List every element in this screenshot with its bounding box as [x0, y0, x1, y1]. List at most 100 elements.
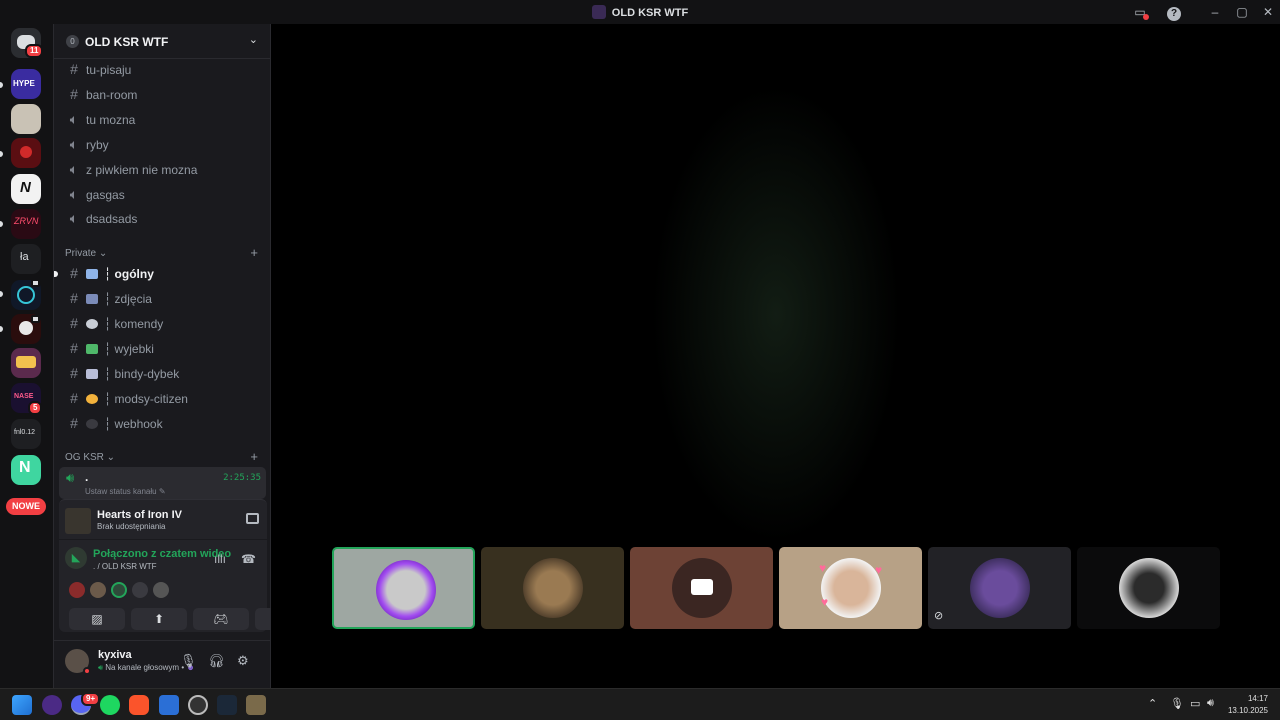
camera-toggle-button[interactable]: ▨ — [69, 608, 125, 630]
avatar[interactable] — [90, 582, 106, 598]
channel-tu-pisaju[interactable]: # tu-pisaju — [62, 59, 264, 81]
server-fnl012[interactable]: fnl0.12 — [11, 419, 41, 449]
spotify-icon[interactable] — [100, 695, 120, 715]
stage-background — [651, 84, 901, 544]
soundboard-icon[interactable]: ıllı — [214, 552, 226, 566]
voice-connected-label: Połączono z czatem wideo — [93, 548, 232, 560]
category-og-ksr[interactable]: OG KSR ⌄ — [65, 452, 115, 463]
keyboard-emoji-icon — [86, 369, 98, 379]
channel-ban-room[interactable]: # ban-room — [62, 84, 264, 106]
username[interactable]: kyxiva — [98, 649, 132, 661]
voice-channel-ryby[interactable]: 🔈︎ ryby — [62, 134, 264, 156]
brave-icon[interactable] — [129, 695, 149, 715]
voice-channel-gasgas[interactable]: 🔈︎ gasgas — [62, 184, 264, 206]
voice-channel-tu-mozna[interactable]: 🔈︎ tu mozna — [62, 109, 264, 131]
server-icon — [591, 5, 606, 19]
time: 14:17 — [1247, 694, 1268, 703]
hash-icon: # — [70, 315, 78, 331]
participant-tile[interactable]: ♥ ♥ ♥ — [779, 547, 922, 629]
category-private[interactable]: Private ⌄ — [65, 248, 107, 259]
avatar[interactable] — [69, 582, 85, 598]
heart-icon: ♥ — [819, 561, 827, 575]
help-icon[interactable]: ? — [1165, 3, 1183, 21]
participant-avatar — [821, 558, 881, 618]
windows-start-icon[interactable] — [12, 695, 32, 715]
avatar[interactable] — [111, 582, 127, 598]
channel-bindy-dybek[interactable]: # ┆ bindy-dybek — [62, 363, 264, 385]
activity-panel: Hearts of Iron IV Brak udostępniania — [59, 499, 267, 539]
server-6[interactable]: ZRVN — [11, 209, 41, 239]
clock[interactable]: 14:17 13.10.2025 — [1228, 693, 1268, 717]
syringe-emoji-icon — [86, 269, 98, 279]
voice-channel-z-piwkiem[interactable]: 🔈︎ z piwkiem nie mozna — [62, 159, 264, 181]
server-pill — [0, 291, 3, 297]
participant-avatar — [1119, 558, 1179, 618]
discord-taskbar-badge: 9+ — [81, 692, 101, 706]
maximize-icon[interactable]: ▢ — [1233, 3, 1251, 21]
close-icon[interactable]: ✕ — [1259, 3, 1277, 21]
set-channel-status[interactable]: Ustaw status kanału ✎ — [85, 487, 166, 496]
channel-ogolny[interactable]: # ┆ ogólny — [54, 263, 264, 285]
channel-wyjebki[interactable]: # ┆ wyjebki — [62, 338, 264, 360]
new-pill[interactable]: NOWE — [6, 498, 46, 515]
status-indicator — [83, 667, 91, 675]
channel-modsy-citizen[interactable]: # ┆ modsy-citizen — [62, 388, 264, 410]
minimize-icon[interactable]: – — [1206, 3, 1224, 21]
app-icon[interactable] — [42, 695, 62, 715]
boost-level-icon: 0 — [66, 35, 79, 48]
microphone-icon[interactable]: 🎙︎ — [1170, 697, 1184, 710]
share-screen-icon[interactable] — [246, 513, 259, 524]
screen-share-button[interactable]: ⬆ — [131, 608, 187, 630]
server-3[interactable] — [11, 104, 41, 134]
hash-icon: # — [70, 86, 78, 102]
chevron-up-icon[interactable]: ⌃ — [1148, 697, 1157, 710]
participant-tile[interactable] — [332, 547, 475, 629]
chevron-down-icon[interactable]: ⌄ — [249, 33, 258, 46]
channel-komendy[interactable]: # ┆ komendy — [62, 313, 264, 335]
app-icon[interactable] — [188, 695, 208, 715]
signal-icon[interactable]: ◣ — [65, 547, 87, 569]
monitor-icon[interactable]: ▭ — [1131, 3, 1149, 21]
participant-tile[interactable]: ⊘ — [928, 547, 1071, 629]
participant-avatar — [970, 558, 1030, 618]
channel-zdjecia[interactable]: # ┆ zdjęcia — [62, 288, 264, 310]
voice-timer: 2:25:35 — [223, 473, 261, 483]
windows-taskbar: 9+ ⌃ 🎙︎ ▭ 🔊︎ 14:17 13.10.2025 — [0, 688, 1280, 720]
active-voice-channel[interactable]: 🔊︎ . 2:25:35 Ustaw status kanału ✎ — [59, 467, 266, 499]
hash-icon: # — [70, 61, 78, 77]
participant-tile[interactable] — [1077, 547, 1220, 629]
server-header[interactable]: 0 OLD KSR WTF ⌄ — [54, 24, 270, 59]
steam-icon[interactable] — [217, 695, 237, 715]
store-icon[interactable] — [159, 695, 179, 715]
participant-tile[interactable] — [630, 547, 773, 629]
server-hype[interactable]: HYPE — [11, 69, 41, 99]
window-title: OLD KSR WTF — [0, 5, 1280, 19]
hash-icon: # — [70, 340, 78, 356]
voice-connected-sub: . / OLD KSR WTF — [93, 562, 157, 571]
server-13[interactable]: N — [11, 455, 41, 485]
game-icon[interactable] — [246, 695, 266, 715]
volume-icon[interactable]: 🔊︎ — [1207, 697, 1214, 710]
camera-off-icon[interactable] — [132, 582, 148, 598]
voice-channel-dsadsads[interactable]: 🔈︎ dsadsads — [62, 208, 264, 230]
microphone-icon[interactable]: 🎙︎ — [180, 653, 197, 669]
server-4[interactable] — [11, 138, 41, 168]
activities-button[interactable]: 🎮︎ — [193, 608, 249, 630]
headphones-icon[interactable]: 🎧︎ — [208, 653, 225, 669]
server-10[interactable] — [11, 348, 41, 378]
server-5[interactable]: N — [11, 174, 41, 204]
channel-webhook[interactable]: # ┆ webhook — [62, 413, 264, 435]
speaker-icon: 🔊︎ — [98, 663, 104, 672]
disconnect-icon[interactable]: ☎ — [241, 552, 256, 566]
server-name: OLD KSR WTF — [85, 35, 169, 49]
network-icon[interactable]: ▭ — [1190, 697, 1200, 710]
voice-connection-panel: ◣ Połączono z czatem wideo . / OLD KSR W… — [59, 540, 311, 632]
add-channel-icon[interactable]: + — [250, 449, 258, 464]
server-la[interactable]: ła — [11, 244, 41, 274]
chat-badge-icon — [31, 315, 40, 323]
settings-gear-icon[interactable]: ⚙ — [237, 653, 249, 669]
participant-tile[interactable] — [481, 547, 624, 629]
hash-icon: # — [70, 365, 78, 381]
avatar[interactable] — [153, 582, 169, 598]
add-channel-icon[interactable]: + — [250, 245, 258, 260]
